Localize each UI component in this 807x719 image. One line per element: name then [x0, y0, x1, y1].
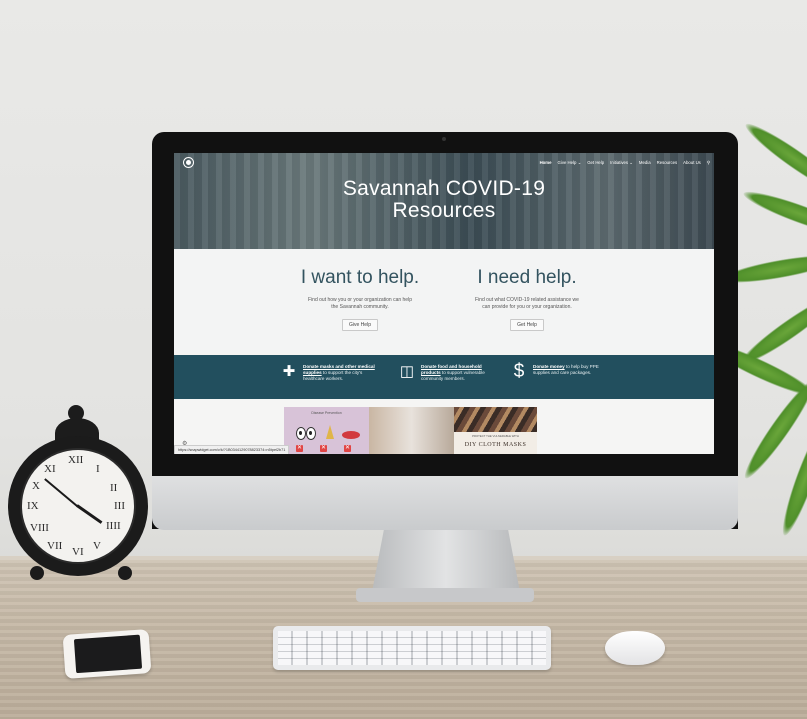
keyboard — [273, 626, 551, 670]
nav-resources[interactable]: Resources — [657, 160, 678, 166]
get-help-button[interactable]: Get Help — [510, 319, 544, 331]
nav-about-us[interactable]: About Us — [683, 160, 701, 166]
tile1-caption: Disease Prevention — [311, 411, 342, 415]
camera — [442, 137, 446, 141]
smartphone — [62, 629, 152, 679]
nav-give-help[interactable]: Give Help ⌄ — [558, 160, 582, 166]
browser-screen: Home Give Help ⌄ Get Help Initiatives ⌄ … — [174, 153, 714, 454]
mouse — [605, 631, 665, 665]
nav-home[interactable]: Home — [540, 160, 552, 166]
monitor-stand — [372, 530, 520, 592]
get-help-column: I need help. Find out what COVID-19 rela… — [427, 267, 627, 331]
donate-medical-text: Donate masks and other medical supplies … — [303, 364, 375, 381]
get-help-text: Find out what COVID-19 related assistanc… — [475, 297, 579, 310]
browser-status-url: https://snapwidget.com/v/k/?1B0344129078… — [174, 445, 290, 454]
first-aid-kit-icon: ✚ — [282, 363, 296, 380]
logo-icon[interactable] — [183, 157, 194, 168]
donate-band: ✚ Donate masks and other medical supplie… — [174, 355, 714, 399]
give-help-text: Find out how you or your organization ca… — [308, 297, 412, 310]
donate-money-link[interactable]: Donate money — [533, 364, 565, 369]
hero-title-line2: Resources — [392, 199, 496, 222]
phone-screen — [73, 634, 143, 674]
donate-food-text: Donate food and household products to su… — [421, 364, 485, 381]
nav-initiatives[interactable]: Initiatives ⌄ — [610, 160, 633, 166]
tile3-title: DIY CLOTH MASKS — [464, 442, 527, 448]
donate-medical-item: ✚ Donate masks and other medical supplie… — [280, 364, 381, 382]
gallery-tile-diy-masks[interactable]: PROTECT THE VULNERABLE WITH DIY CLOTH MA… — [454, 407, 537, 454]
gallery-tile-disease-prevention[interactable]: Disease Prevention ✕ ✕ ✕ — [284, 407, 369, 454]
donate-money-item: $ Donate money to help buy PPE supplies … — [510, 361, 611, 382]
donate-food-item: ◫ Donate food and household products to … — [398, 364, 499, 382]
dollar-icon: $ — [513, 361, 525, 382]
nav-get-help[interactable]: Get Help — [587, 160, 604, 166]
hero-title-line1: Savannah COVID-19 — [342, 177, 546, 200]
jar-icon: ◫ — [399, 363, 415, 380]
monitor-stand-foot — [356, 588, 534, 602]
donate-money-text: Donate money to help buy PPE supplies an… — [533, 364, 599, 375]
help-section: I want to help. Find out how you or your… — [174, 249, 714, 353]
nav-media[interactable]: Media — [639, 160, 651, 166]
get-help-heading: I need help. — [477, 267, 577, 288]
monitor-chin — [152, 476, 738, 530]
gallery-tile-masks-photo[interactable] — [369, 407, 454, 454]
search-icon[interactable]: ⚲ — [707, 160, 710, 166]
top-nav: Home Give Help ⌄ Get Help Initiatives ⌄ … — [540, 160, 710, 166]
keyboard-keys — [278, 631, 546, 665]
give-help-button[interactable]: Give Help — [342, 319, 378, 331]
hero-title: Savannah COVID-19 Resources — [174, 178, 714, 222]
tile3-small-text: PROTECT THE VULNERABLE WITH — [472, 434, 519, 438]
